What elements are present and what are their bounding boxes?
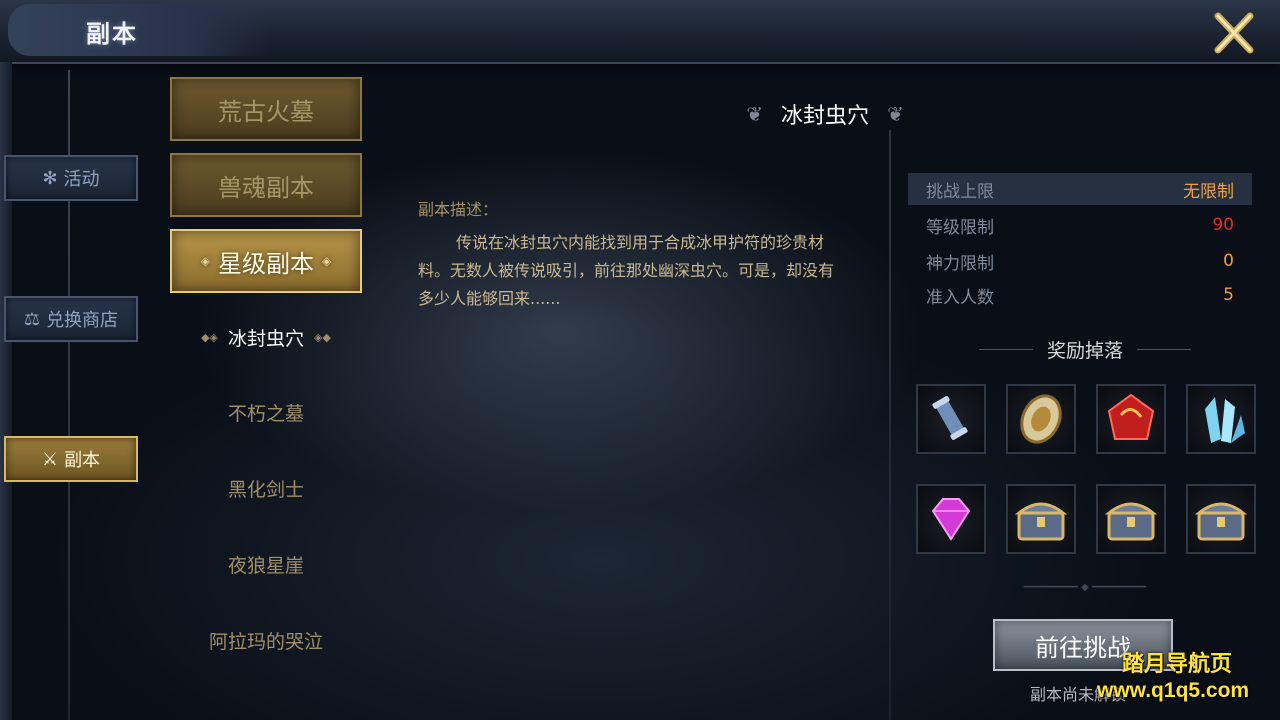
left-ornament-icon: ◆◈ [201,330,218,344]
reward-slot-chest-2[interactable] [1096,484,1166,554]
stat-label: 准入人数 [926,287,994,308]
category-button-star-dungeon[interactable]: ◈ 星级副本 ◈ [170,229,362,293]
reward-slot-chest-3[interactable] [1186,484,1256,554]
red-gem-icon [1107,393,1155,440]
dungeon-item-label: 阿拉玛的哭泣 [208,630,323,653]
dungeon-item-label: 冰封虫穴 [227,327,304,350]
divider-line [978,348,1033,350]
dungeon-item-arama-weeping[interactable]: 阿拉玛的哭泣 [170,625,362,655]
stat-row-player-count: 准入人数 5 [908,279,1252,311]
dungeon-item-label: 夜狼星崖 [227,554,304,577]
title-tab [8,4,268,56]
dungeon-item-label: 黑化剑士 [227,478,304,501]
stat-label: 挑战上限 [926,181,994,202]
stat-row-level-limit: 等级限制 90 [908,209,1252,241]
watermark-title: 踏月导航页 [1122,652,1233,677]
divider-line [1137,348,1191,350]
dungeon-item-dark-swordsman[interactable]: 黑化剑士 [170,473,362,503]
stat-value: 无限制 [1183,181,1234,202]
close-icon[interactable] [1208,10,1260,56]
reward-slot-amulet[interactable] [1006,384,1076,454]
category-label: 荒古火墓 [218,97,314,126]
description-label: 副本描述： [418,200,499,219]
category-label: 星级副本 [218,249,314,278]
scales-icon: ⚖ [23,308,41,330]
reward-slot-ice-crystal[interactable] [1186,384,1256,454]
stat-value: 90 [1212,215,1234,235]
stat-label: 等级限制 [926,217,994,238]
scroll-icon [932,396,968,440]
watermark-url: www.q1q5.com [1097,679,1250,702]
treasure-chest-icon [1104,502,1158,541]
reward-slot-red-gem[interactable] [1096,384,1166,454]
ice-crystal-icon [1205,397,1245,443]
purple-diamond-icon [931,498,971,541]
description-text: 传说在冰封虫穴内能找到用于合成冰甲护符的珍贵材料。无数人被传说吸引，前往那处幽深… [418,233,835,308]
stat-label: 神力限制 [926,253,994,274]
crossed-swords-icon: ⚔ [41,448,59,470]
left-flourish-icon: ❦ [746,102,763,126]
treasure-chest-icon [1014,502,1068,541]
dungeon-item-immortal-tomb[interactable]: 不朽之墓 [170,397,362,427]
snowflake-icon: ✻ [42,167,58,189]
stat-value: 5 [1223,285,1234,305]
nav-dungeon-button[interactable]: ⚔ 副本 [4,436,138,482]
nav-shop-label: 兑换商店 [46,310,119,331]
rewards-title-text: 奖励掉落 [1046,339,1123,362]
nav-activity-button[interactable]: ✻ 活动 [4,155,138,201]
left-ornament-icon: ◈ [200,254,210,268]
dungeon-title: ❦ 冰封虫穴 ❦ [720,96,930,132]
right-ornament-icon: ◈◆ [314,330,331,344]
amulet-icon [1020,394,1062,444]
stat-row-divine-power-limit: 神力限制 0 [908,245,1252,277]
dungeon-item-night-wolf-cliff[interactable]: 夜狼星崖 [170,549,362,579]
category-label: 兽魂副本 [218,173,314,202]
dungeon-item-label: 不朽之墓 [227,402,304,425]
category-button-beast-soul[interactable]: 兽魂副本 [170,153,362,217]
window-title: 副本 [86,20,138,48]
category-button-ancient-fire-tomb[interactable]: 荒古火墓 [170,77,362,141]
dungeon-name: 冰封虫穴 [780,104,869,129]
reward-slot-chest-1[interactable] [1006,484,1076,554]
right-ornament-icon: ◈ [322,254,332,268]
nav-activity-label: 活动 [63,169,100,190]
treasure-chest-icon [1194,502,1248,541]
challenge-button-label: 前往挑战 [1035,633,1131,662]
reward-slot-purple-diamond[interactable] [916,484,986,554]
stat-row-challenge-limit: 挑战上限 无限制 [908,173,1252,205]
title-bar: 副本 [0,0,1280,64]
rewards-title: 奖励掉落 [968,334,1202,364]
stat-value: 0 [1223,251,1234,271]
right-divider [889,130,891,720]
nav-dungeon-label: 副本 [64,450,101,471]
dungeon-item-ice-cave[interactable]: ◆◈ 冰封虫穴 ◈◆ [170,322,362,352]
right-flourish-icon: ❦ [887,102,904,126]
ornament-separator: ━━━━━━━━━ ◆ ━━━━━━━━━ [1023,582,1147,593]
reward-slot-scroll[interactable] [916,384,986,454]
nav-shop-button[interactable]: ⚖ 兑换商店 [4,296,138,342]
